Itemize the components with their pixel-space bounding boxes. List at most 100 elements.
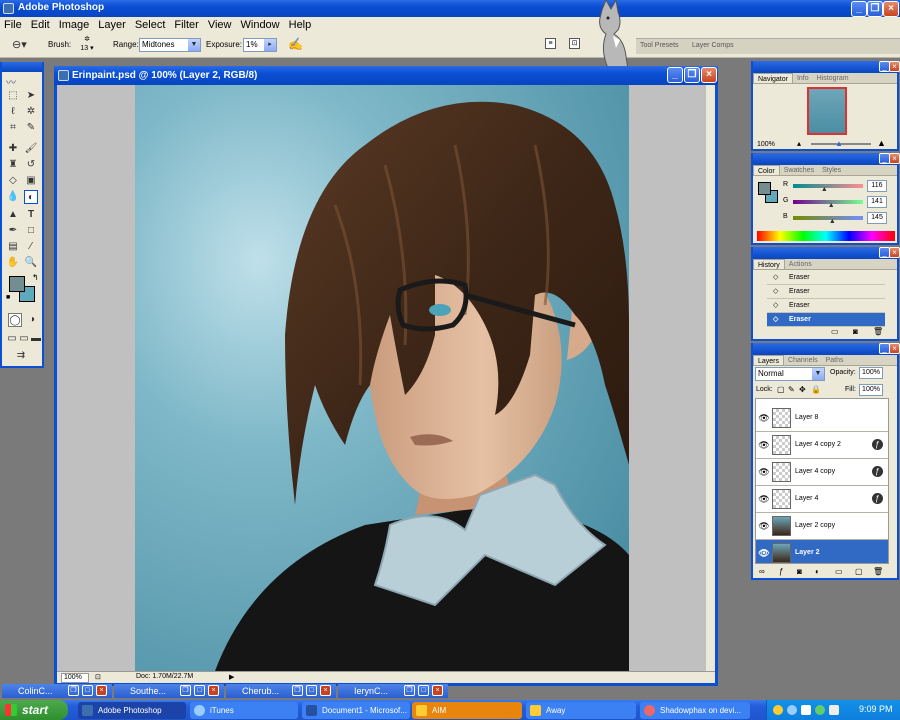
history-brush-icon[interactable]: ↺ <box>24 158 38 172</box>
taskbar-aim[interactable]: AIM <box>412 702 522 719</box>
tray-icon-2[interactable] <box>787 705 797 715</box>
quick-mask-icon[interactable]: ◑ <box>25 313 39 327</box>
layer-row-layer-2-copy[interactable]: 👁 Layer 2 copy <box>756 513 888 540</box>
delete-layer-icon[interactable]: 🗑 <box>873 567 883 576</box>
layer-mask-icon[interactable]: ◙ <box>797 567 802 576</box>
foreground-color-swatch[interactable] <box>9 276 25 292</box>
menu-edit[interactable]: Edit <box>31 19 50 31</box>
doc-minimize-button[interactable]: _ <box>667 67 683 83</box>
history-close-button[interactable]: × <box>889 247 900 258</box>
history-item-current[interactable]: ◇ Eraser <box>767 313 885 327</box>
trash-icon[interactable]: 🗑 <box>873 327 883 336</box>
lasso-tool-icon[interactable]: ℓ <box>6 105 20 119</box>
canvas-artwork[interactable] <box>135 85 629 671</box>
layer-effects-icon[interactable]: ƒ <box>872 439 883 450</box>
maximize-icon[interactable]: □ <box>306 685 317 696</box>
layers-close-button[interactable]: × <box>889 343 900 354</box>
default-colors-icon[interactable]: ■ <box>6 294 10 301</box>
vertical-scrollbar[interactable] <box>706 85 715 671</box>
r-slider-thumb[interactable]: ▲ <box>821 186 828 193</box>
standard-mode-icon[interactable]: ◯ <box>8 313 22 327</box>
taskbar-firefox[interactable]: Shadowphax on devi... <box>640 702 750 719</box>
healing-brush-icon[interactable]: ✚ <box>6 142 20 156</box>
type-tool-icon[interactable]: T <box>24 208 38 222</box>
screen-mode-full-icon[interactable]: ▬ <box>29 332 43 346</box>
color-close-button[interactable]: × <box>889 153 900 164</box>
visibility-eye-icon[interactable]: 👁 <box>758 547 770 559</box>
layer-row-layer-4[interactable]: 👁 Layer 4 ƒ <box>756 486 888 513</box>
notes-tool-icon[interactable]: ▤ <box>6 240 20 254</box>
clock[interactable]: 9:09 PM <box>859 704 893 714</box>
blend-mode-select[interactable]: Normal ▼ <box>755 367 825 381</box>
minimized-window-4[interactable]: IerynC... ❐ □ × <box>338 684 448 698</box>
magic-wand-icon[interactable]: ✲ <box>24 105 38 119</box>
airbrush-icon[interactable]: ✍ <box>288 37 303 51</box>
close-button[interactable]: × <box>883 1 899 17</box>
color-spectrum-bar[interactable] <box>757 231 895 241</box>
doc-restore-button[interactable]: ❐ <box>684 67 700 83</box>
menu-window[interactable]: Window <box>241 19 280 31</box>
lock-transparency-icon[interactable]: ▢ <box>777 385 785 394</box>
zoom-level[interactable]: 100% <box>61 673 89 683</box>
status-menu-arrow-icon[interactable]: ▶ <box>229 673 234 681</box>
crop-tool-icon[interactable]: ⌗ <box>6 121 20 135</box>
taskbar-itunes[interactable]: iTunes <box>190 702 298 719</box>
clone-stamp-icon[interactable]: ♜ <box>6 158 20 172</box>
maximize-icon[interactable]: □ <box>194 685 205 696</box>
new-layer-icon[interactable]: ▢ <box>855 567 863 576</box>
swap-colors-icon[interactable]: ↰ <box>32 273 39 282</box>
lock-position-icon[interactable]: ✥ <box>799 385 806 394</box>
tab-paths[interactable]: Paths <box>822 355 848 365</box>
history-item[interactable]: ◇ Eraser <box>767 271 885 285</box>
layer-row-layer-2[interactable]: 👁 Layer 2 <box>756 540 888 563</box>
b-value-input[interactable]: 145 <box>867 212 887 224</box>
status-info-icon[interactable]: ⊡ <box>95 673 101 681</box>
menu-help[interactable]: Help <box>289 19 312 31</box>
layer-row-layer-8[interactable]: 👁 Layer 8 <box>756 405 888 432</box>
layer-row-layer-4-copy-2[interactable]: 👁 Layer 4 copy 2 ƒ <box>756 432 888 459</box>
r-value-input[interactable]: 116 <box>867 180 887 192</box>
minimized-window-3[interactable]: Cherub... ❐ □ × <box>226 684 336 698</box>
tray-icon-4[interactable] <box>815 705 825 715</box>
g-slider[interactable]: ▲ <box>793 200 863 209</box>
adjustment-layer-icon[interactable]: ◐ <box>815 567 820 576</box>
history-item[interactable]: ◇ Eraser <box>767 299 885 313</box>
path-select-icon[interactable]: ▲ <box>6 208 20 222</box>
marquee-tool-icon[interactable]: ⬚ <box>6 89 20 103</box>
hand-tool-icon[interactable]: ✋ <box>6 256 20 270</box>
tab-navigator[interactable]: Navigator <box>753 73 793 83</box>
new-document-icon[interactable]: ▭ <box>831 327 839 336</box>
restore-icon[interactable]: ❐ <box>404 685 415 696</box>
slice-tool-icon[interactable]: ✎ <box>24 121 38 135</box>
restore-icon[interactable]: ❐ <box>68 685 79 696</box>
minimized-window-2[interactable]: Southe... ❐ □ × <box>114 684 224 698</box>
doc-close-button[interactable]: × <box>701 67 717 83</box>
opacity-input[interactable]: 100% <box>859 367 883 379</box>
layer-row-layer-4-copy[interactable]: 👁 Layer 4 copy ƒ <box>756 459 888 486</box>
zoom-in-icon[interactable]: ▲ <box>877 138 886 148</box>
minimized-window-1[interactable]: ColinC... ❐ □ × <box>2 684 112 698</box>
lock-all-icon[interactable]: 🔒 <box>811 385 821 394</box>
tab-swatches[interactable]: Swatches <box>780 165 818 175</box>
visibility-eye-icon[interactable]: 👁 <box>758 493 770 505</box>
blur-tool-icon[interactable]: 💧 <box>6 190 20 204</box>
tab-color[interactable]: Color <box>753 165 780 175</box>
tab-history[interactable]: History <box>753 259 785 269</box>
file-browser-icon[interactable]: ≡ <box>545 38 556 49</box>
visibility-eye-icon[interactable]: 👁 <box>758 439 770 451</box>
eraser-tool-icon[interactable]: ◇ <box>6 174 20 188</box>
menu-view[interactable]: View <box>208 19 232 31</box>
layer-effects-icon[interactable]: ƒ <box>872 466 883 477</box>
restore-button[interactable]: ❐ <box>867 1 883 17</box>
dodge-tool-icon[interactable]: ◐ <box>24 190 38 204</box>
visibility-eye-icon[interactable]: 👁 <box>758 466 770 478</box>
color-fg-swatch[interactable] <box>758 182 771 195</box>
g-value-input[interactable]: 141 <box>867 196 887 208</box>
lock-image-icon[interactable]: ✎ <box>788 385 795 394</box>
start-button[interactable]: start <box>0 700 68 720</box>
taskbar-word[interactable]: Document1 - Microsof... <box>302 702 410 719</box>
jump-to-imageready-icon[interactable]: ⇉ <box>14 349 28 363</box>
menu-select[interactable]: Select <box>135 19 166 31</box>
zoom-out-icon[interactable]: ▴ <box>797 139 801 148</box>
taskbar-photoshop[interactable]: Adobe Photoshop <box>78 702 186 719</box>
